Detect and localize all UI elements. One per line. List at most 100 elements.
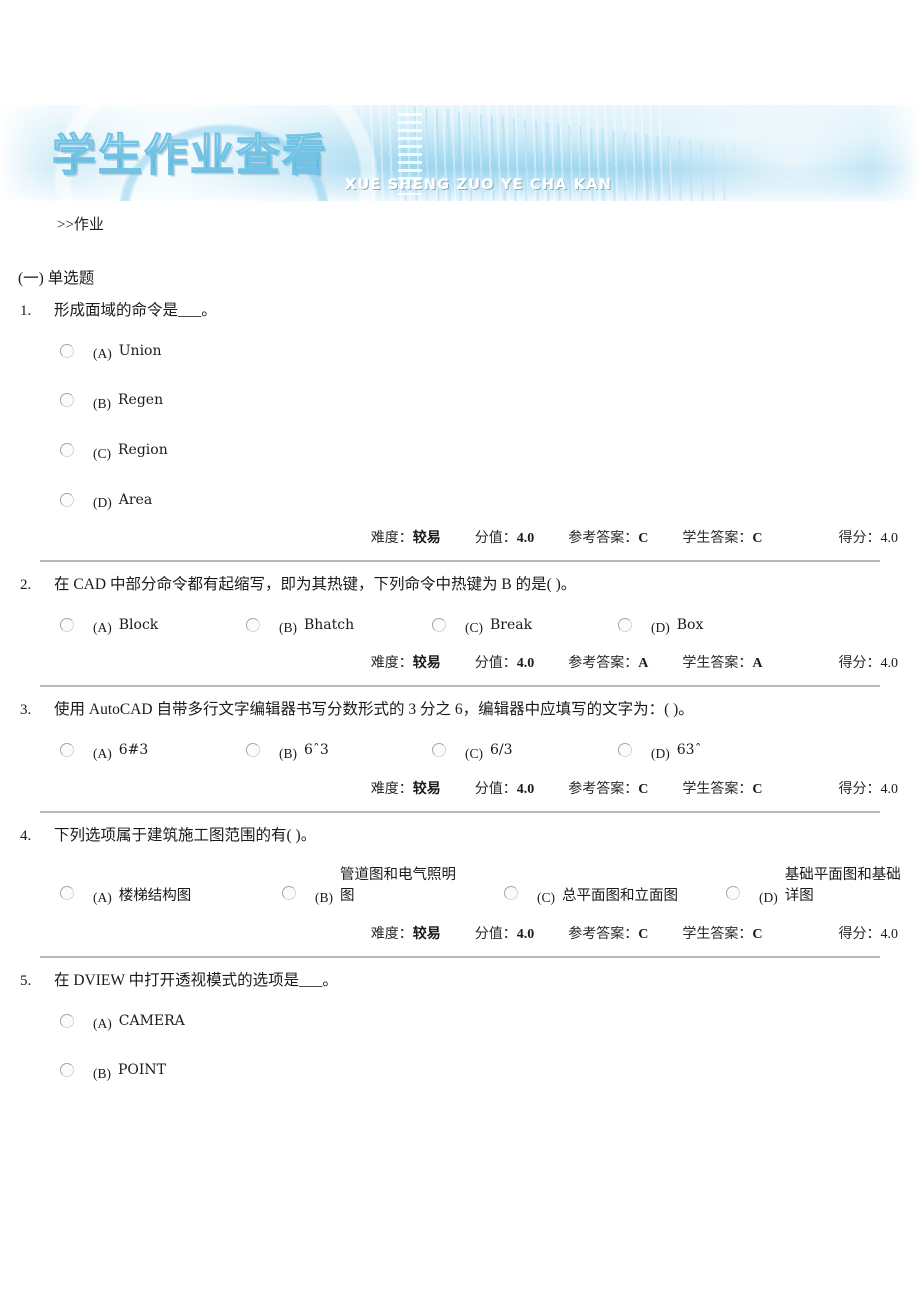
radio-button-icon[interactable] bbox=[60, 886, 74, 901]
option-text: 63ˆ bbox=[676, 741, 702, 758]
meta-difficulty-value: 较易 bbox=[412, 927, 441, 943]
meta-value: 分值：4.0 bbox=[475, 652, 535, 672]
option-list: (A) 楼梯结构图 (B) 管道图和电气照明图 (C) 总平面图和立面图 (D) 基础平面图和… bbox=[20, 865, 901, 907]
meta-reference-answer-value: A bbox=[638, 656, 649, 672]
meta-difficulty-label: 难度： bbox=[370, 531, 413, 547]
meta-student-answer-label: 学生答案： bbox=[682, 656, 753, 672]
option-item[interactable]: (B) Bhatch bbox=[246, 615, 432, 637]
option-list: (A) Block (B) Bhatch (C) Break (D) Box bbox=[20, 615, 900, 637]
option-item[interactable]: (C) 总平面图和立面图 bbox=[504, 865, 726, 907]
radio-button-icon[interactable] bbox=[246, 617, 260, 632]
option-letter: (B) bbox=[279, 745, 297, 761]
option-text: 6/3 bbox=[490, 741, 513, 758]
meta-score: 得分：4.0 bbox=[839, 923, 899, 943]
meta-difficulty: 难度：较易 bbox=[371, 527, 441, 547]
option-letter: (C) bbox=[537, 890, 555, 906]
question-divider bbox=[40, 685, 880, 688]
option-item[interactable]: (B) 管道图和电气照明图 bbox=[282, 865, 504, 907]
meta-score-label: 得分： bbox=[838, 531, 881, 547]
option-text: POINT bbox=[118, 1062, 167, 1079]
question-text: 在 DVIEW 中打开透视模式的选项是___。 bbox=[54, 972, 338, 990]
meta-value-value: 4.0 bbox=[516, 927, 535, 943]
option-letter: (C) bbox=[465, 620, 483, 636]
meta-score-value: 4.0 bbox=[880, 656, 899, 672]
meta-score-label: 得分： bbox=[838, 927, 881, 943]
meta-reference-answer-label: 参考答案： bbox=[568, 531, 639, 547]
question-divider bbox=[40, 810, 880, 813]
radio-button-icon[interactable] bbox=[504, 886, 518, 901]
option-text: Regen bbox=[118, 392, 164, 409]
meta-reference-answer-label: 参考答案： bbox=[568, 927, 639, 943]
meta-value: 分值：4.0 bbox=[475, 778, 535, 798]
meta-score: 得分：4.0 bbox=[839, 652, 899, 672]
question-1: 1. 形成面域的命令是___。 (A) Union (B) Regen (C) Region(… bbox=[0, 299, 920, 563]
meta-student-answer: 学生答案：C bbox=[682, 778, 762, 798]
option-item[interactable]: (D) Area bbox=[60, 490, 900, 512]
option-item[interactable]: (B) POINT bbox=[60, 1060, 900, 1082]
meta-reference-answer-label: 参考答案： bbox=[568, 656, 639, 672]
option-item[interactable]: (D) Box bbox=[618, 615, 804, 637]
banner-subtitle: XUE SHENG ZUO YE CHA KAN bbox=[345, 177, 613, 193]
radio-button-icon[interactable] bbox=[60, 1013, 74, 1028]
meta-score: 得分：4.0 bbox=[839, 527, 899, 547]
radio-button-icon[interactable] bbox=[60, 617, 74, 632]
meta-reference-answer: 参考答案：C bbox=[568, 923, 648, 943]
question-meta-row: 难度：较易 分值：4.0 参考答案：C 学生答案：C 得分：4.0 bbox=[20, 527, 900, 547]
radio-button-icon[interactable] bbox=[726, 886, 740, 901]
option-item[interactable]: (D) 63ˆ bbox=[618, 740, 804, 762]
question-stem: 5. 在 DVIEW 中打开透视模式的选项是___。 bbox=[20, 969, 900, 993]
option-letter: (D) bbox=[93, 495, 112, 511]
option-item[interactable]: (A) Union bbox=[60, 341, 900, 363]
option-text: Bhatch bbox=[304, 616, 355, 633]
radio-button-icon[interactable] bbox=[432, 742, 446, 757]
radio-button-icon[interactable] bbox=[60, 442, 74, 457]
option-text: Union bbox=[118, 342, 162, 359]
option-text: 6#3 bbox=[118, 741, 149, 758]
meta-value-value: 4.0 bbox=[516, 781, 535, 797]
meta-value-value: 4.0 bbox=[516, 656, 535, 672]
meta-student-answer-label: 学生答案： bbox=[682, 531, 753, 547]
meta-score-value: 4.0 bbox=[880, 781, 899, 797]
option-letter: (D) bbox=[651, 745, 670, 761]
radio-button-icon[interactable] bbox=[60, 1063, 74, 1078]
question-text: 在 CAD 中部分命令都有起缩写，即为其热键，下列命令中热键为 B 的是( )。 bbox=[54, 576, 577, 594]
option-letter: (D) bbox=[651, 620, 670, 636]
option-item[interactable]: (A) Block bbox=[60, 615, 246, 637]
question-number: 4. bbox=[20, 827, 32, 844]
option-item[interactable]: (A) CAMERA bbox=[60, 1011, 900, 1033]
radio-button-icon[interactable] bbox=[618, 742, 632, 757]
option-item[interactable]: (C) Region bbox=[60, 440, 900, 462]
radio-button-icon[interactable] bbox=[60, 343, 74, 358]
meta-reference-answer-value: C bbox=[638, 531, 649, 547]
radio-button-icon[interactable] bbox=[60, 393, 74, 408]
meta-student-answer-value: C bbox=[752, 781, 763, 797]
radio-button-icon[interactable] bbox=[60, 492, 74, 507]
option-item[interactable]: (A) 6#3 bbox=[60, 740, 246, 762]
option-item[interactable]: (A) 楼梯结构图 bbox=[60, 865, 282, 907]
page-banner: 学生作业查看 XUE SHENG ZUO YE CHA KAN bbox=[0, 105, 920, 201]
meta-value-label: 分值： bbox=[474, 656, 517, 672]
radio-button-icon[interactable] bbox=[60, 742, 74, 757]
option-text: 6ˆ3 bbox=[304, 741, 329, 758]
meta-value: 分值：4.0 bbox=[475, 923, 535, 943]
meta-difficulty-label: 难度： bbox=[370, 781, 413, 797]
option-item[interactable]: (D) 基础平面图和基础详图 bbox=[726, 865, 920, 907]
meta-score-label: 得分： bbox=[838, 781, 881, 797]
question-2: 2. 在 CAD 中部分命令都有起缩写，即为其热键，下列命令中热键为 B 的是( … bbox=[0, 573, 920, 688]
option-item[interactable]: (B) Regen bbox=[60, 390, 900, 412]
radio-button-icon[interactable] bbox=[282, 886, 296, 901]
option-item[interactable]: (B) 6ˆ3 bbox=[246, 740, 432, 762]
radio-button-icon[interactable] bbox=[246, 742, 260, 757]
banner-fade-right bbox=[870, 105, 920, 201]
radio-button-icon[interactable] bbox=[432, 617, 446, 632]
option-letter: (C) bbox=[465, 745, 483, 761]
meta-value-label: 分值： bbox=[474, 927, 517, 943]
breadcrumb[interactable]: >>作业 bbox=[57, 213, 920, 234]
radio-button-icon[interactable] bbox=[618, 617, 632, 632]
option-item[interactable]: (C) Break bbox=[432, 615, 618, 637]
meta-reference-answer: 参考答案：A bbox=[568, 652, 648, 672]
question-divider bbox=[40, 956, 880, 959]
meta-score-value: 4.0 bbox=[880, 531, 899, 547]
option-item[interactable]: (C) 6/3 bbox=[432, 740, 618, 762]
option-list: (A) 6#3 (B) 6ˆ3 (C) 6/3 (D) 63ˆ bbox=[20, 740, 900, 762]
